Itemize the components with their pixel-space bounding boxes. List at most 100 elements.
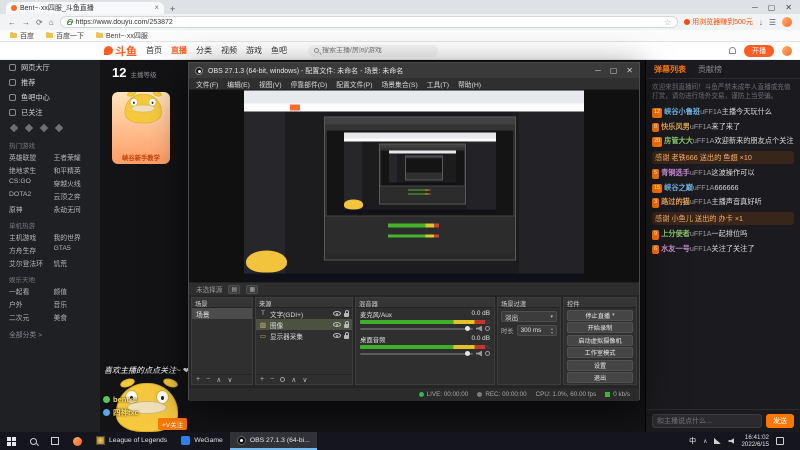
lock-icon[interactable]	[344, 321, 349, 328]
category-link[interactable]: DOTA2	[9, 191, 52, 201]
douyu-logo[interactable]: 斗鱼	[104, 43, 137, 59]
sidebar-item[interactable]: 已关注	[0, 105, 100, 120]
obs-close-icon[interactable]: ✕	[626, 66, 633, 75]
category-link[interactable]: 方舟生存	[9, 245, 52, 255]
obs-titlebar[interactable]: OBS 27.1.3 (64-bit, windows) - 配置文件: 未命名…	[189, 63, 639, 78]
user-avatar[interactable]	[782, 45, 792, 56]
browser-tab[interactable]: Bent~·xx四服_斗鱼直播 ×	[6, 2, 164, 14]
obs-menu-item[interactable]: 停靠部件(D)	[291, 79, 328, 89]
category-link[interactable]: 王者荣耀	[54, 152, 97, 162]
nav-item[interactable]: 游戏	[246, 45, 262, 56]
add-scene-button[interactable]: +	[196, 376, 200, 383]
channel-gear-icon[interactable]	[485, 351, 490, 356]
browser-avatar[interactable]	[782, 17, 792, 27]
sidebar-item[interactable]: 网页大厅	[0, 60, 100, 75]
speaker-icon[interactable]	[476, 350, 482, 357]
remove-scene-button[interactable]: −	[206, 376, 210, 383]
context-grid-icon[interactable]: ▤	[228, 284, 241, 294]
volume-knob[interactable]	[465, 325, 470, 331]
category-link[interactable]: 原神	[9, 204, 52, 214]
window-close-icon[interactable]: ✕	[785, 3, 792, 12]
category-link[interactable]: 饥荒	[54, 258, 97, 268]
category-link[interactable]: 永劫无间	[54, 204, 97, 214]
home-icon[interactable]: ⌂	[49, 18, 54, 27]
source-row[interactable]: T 文字(GDI+)	[256, 308, 352, 319]
obs-preview[interactable]	[189, 90, 639, 282]
source-down-button[interactable]: ∨	[302, 376, 307, 384]
send-button[interactable]: 发送	[766, 414, 794, 428]
add-source-button[interactable]: +	[260, 376, 264, 383]
network-icon[interactable]	[714, 438, 722, 444]
source-row[interactable]: ▭ 显示器采集	[256, 330, 352, 341]
streamer-card[interactable]: 峡谷新手教学	[112, 92, 170, 164]
refresh-icon[interactable]: ⟳	[36, 18, 43, 27]
transition-select[interactable]: 淡出 ▾	[501, 311, 557, 322]
sidebar-item[interactable]: 鱼吧中心	[0, 90, 100, 105]
nav-item[interactable]: 视频	[221, 45, 237, 56]
nav-item[interactable]: 分类	[196, 45, 212, 56]
all-categories-link[interactable]: 全部分类 >	[9, 329, 100, 339]
bookmark-item[interactable]: 百度	[10, 31, 34, 41]
category-link[interactable]: 艾尔登法环	[9, 258, 52, 268]
notification-center-icon[interactable]	[776, 437, 784, 445]
obs-menu-item[interactable]: 视图(V)	[259, 79, 282, 89]
taskbar-task[interactable]: WeGame	[174, 432, 230, 450]
site-search[interactable]	[308, 44, 438, 57]
speaker-icon[interactable]	[476, 325, 482, 332]
address-bar[interactable]: https://www.douyu.com/253872 ☆	[59, 16, 679, 28]
tab-close-icon[interactable]: ×	[154, 4, 159, 12]
taskbar-search-button[interactable]	[23, 432, 44, 450]
activity-icon[interactable]	[39, 123, 49, 133]
new-tab-button[interactable]: +	[170, 4, 175, 14]
rank-icon[interactable]	[24, 123, 34, 133]
category-link[interactable]: 绝地求生	[9, 165, 52, 175]
obs-menu-item[interactable]: 工具(T)	[427, 79, 449, 89]
obs-menu-item[interactable]: 场景集合(S)	[381, 79, 417, 89]
obs-control-button[interactable]: 设置▾	[567, 359, 633, 371]
source-up-button[interactable]: ∧	[291, 376, 296, 384]
taskbar-clock[interactable]: 16:41:02 2022/6/15	[741, 434, 769, 449]
obs-menu-item[interactable]: 文件(F)	[196, 79, 218, 89]
vip-icon[interactable]	[9, 123, 19, 133]
scene-item[interactable]: 场景	[192, 308, 252, 319]
volume-slider[interactable]	[360, 325, 473, 331]
category-link[interactable]: 我的世界	[54, 232, 97, 242]
category-link[interactable]: 云顶之弈	[54, 191, 97, 201]
obs-minimize-icon[interactable]: ─	[595, 66, 601, 75]
taskbar-task[interactable]: League of Legends	[89, 432, 174, 450]
bookmark-star-icon[interactable]: ☆	[664, 18, 671, 27]
scene-down-button[interactable]: ∨	[227, 376, 232, 384]
window-maximize-icon[interactable]: ▢	[768, 3, 776, 12]
category-link[interactable]: 二次元	[9, 312, 52, 322]
gift-icon[interactable]	[54, 123, 64, 133]
volume-knob[interactable]	[465, 350, 470, 356]
category-link[interactable]: 穿越火线	[54, 178, 97, 188]
lock-icon[interactable]	[344, 310, 349, 317]
transition-duration-spinner[interactable]: 300 ms ▴ ▾	[516, 325, 557, 336]
pinned-browser-button[interactable]	[66, 432, 89, 450]
category-link[interactable]: 户外	[9, 299, 52, 309]
category-link[interactable]: GTA5	[54, 245, 97, 255]
category-link[interactable]: 音乐	[54, 299, 97, 309]
visibility-eye-icon[interactable]	[333, 311, 341, 316]
obs-maximize-icon[interactable]: ▢	[610, 66, 618, 75]
obs-control-button[interactable]: 工作室模式▾	[567, 347, 633, 358]
obs-window[interactable]: OBS 27.1.3 (64-bit, windows) - 配置文件: 未命名…	[188, 62, 640, 401]
volume-slider[interactable]	[360, 350, 473, 356]
back-icon[interactable]: ←	[8, 18, 16, 27]
download-icon[interactable]: ↓	[759, 18, 763, 27]
nav-item[interactable]: 直播	[171, 45, 187, 56]
search-input[interactable]	[322, 47, 432, 54]
obs-menu-item[interactable]: 帮助(H)	[458, 79, 481, 89]
obs-control-button[interactable]: 退出▾	[567, 372, 633, 383]
forward-icon[interactable]: →	[22, 18, 30, 27]
visibility-eye-icon[interactable]	[333, 333, 341, 338]
context-filters-icon[interactable]: ▦	[246, 284, 259, 294]
channel-gear-icon[interactable]	[485, 326, 490, 331]
promo-banner[interactable]: 用浏览器赚到500元	[684, 17, 753, 27]
nav-item[interactable]: 鱼吧	[271, 45, 287, 56]
obs-control-button[interactable]: 开始录制▾	[567, 322, 633, 333]
go-live-button[interactable]: 开播	[744, 44, 774, 57]
scene-up-button[interactable]: ∧	[216, 376, 221, 384]
obs-control-button[interactable]: 停止直播 ▾	[567, 309, 633, 321]
